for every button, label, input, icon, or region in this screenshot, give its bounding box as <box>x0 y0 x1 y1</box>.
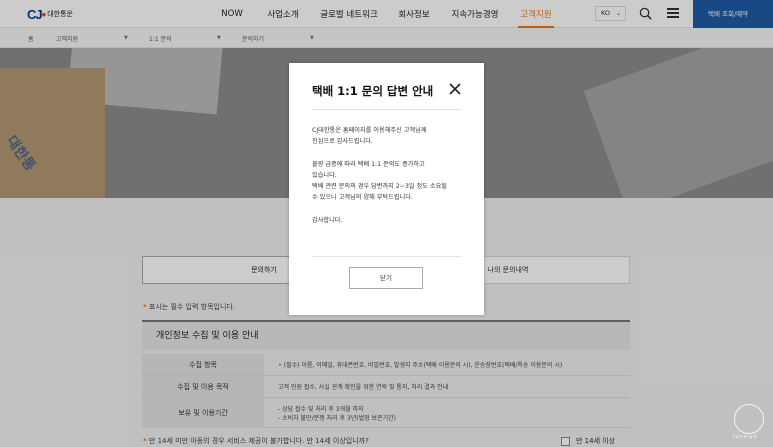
notice-modal: 택배 1:1 문의 답변 안내 CJ대한통운 홈페이지를 이용해주신 고객님께 … <box>289 63 484 315</box>
modal-title: 택배 1:1 문의 답변 안내 <box>312 84 434 98</box>
watermark-logo <box>734 404 764 434</box>
close-icon[interactable] <box>448 82 462 96</box>
watermark-text: jucelyn <box>733 434 758 440</box>
divider <box>312 109 461 110</box>
modal-body: CJ대한통운 홈페이지를 이용해주신 고객님께 진심으로 감사드립니다. 물량 … <box>312 127 447 224</box>
close-button[interactable]: 닫기 <box>349 267 423 289</box>
divider <box>312 256 461 257</box>
